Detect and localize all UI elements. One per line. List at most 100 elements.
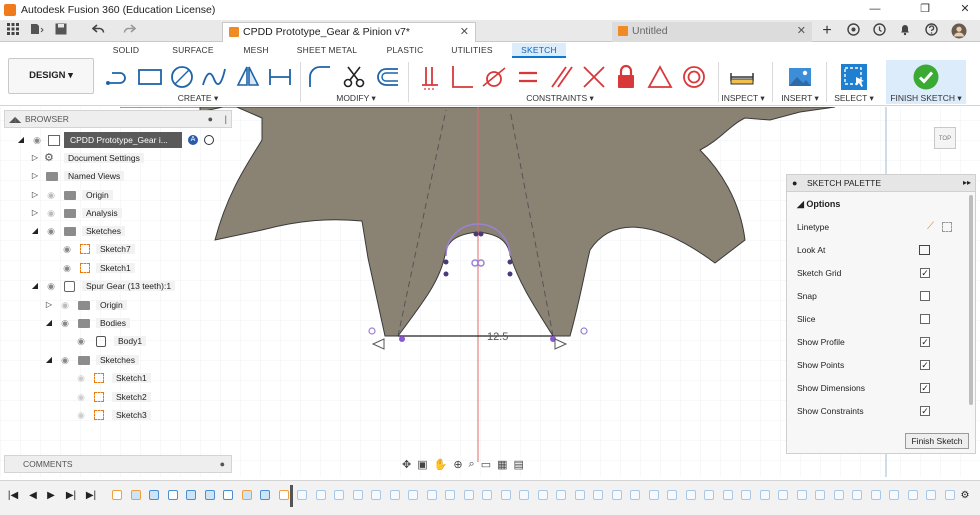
file-menu-icon[interactable] <box>28 23 46 39</box>
timeline-feature-icon[interactable] <box>223 490 233 500</box>
browser-node-document-settings[interactable]: ▷ ⚙ Document Settings <box>30 150 144 166</box>
tab-plastic[interactable]: PLASTIC <box>380 43 430 58</box>
timeline-feature-icon[interactable] <box>204 490 215 500</box>
browser-node-bodies[interactable]: ◢ ◉ Bodies <box>44 315 130 331</box>
browser-node-sketch7[interactable]: ◉ Sketch7 <box>60 241 135 257</box>
add-comment-icon[interactable]: ● <box>220 456 225 473</box>
timeline-feature-icon[interactable] <box>630 490 640 500</box>
dimension-tool-icon[interactable] <box>266 63 294 91</box>
spline-tool-icon[interactable] <box>200 63 228 91</box>
orbit-icon[interactable]: ✥ <box>402 458 411 471</box>
collapse-triangle-icon[interactable]: ◢ <box>30 223 40 239</box>
browser-node-sketch1[interactable]: ◉ Sketch1 <box>60 260 135 276</box>
save-icon[interactable] <box>52 23 70 39</box>
timeline-feature-icon[interactable] <box>907 490 918 500</box>
job-status-icon[interactable] <box>870 23 888 39</box>
show-profile-checkbox[interactable]: ✓ <box>920 337 930 347</box>
browser-node-gear-sketch1[interactable]: ◉ Sketch1 <box>74 370 151 386</box>
timeline-feature-icon[interactable] <box>778 490 788 500</box>
perpendicular-constraint-icon[interactable] <box>448 63 476 91</box>
visibility-eye-icon[interactable]: ◉ <box>58 315 72 331</box>
visibility-eye-icon[interactable]: ◉ <box>44 278 58 294</box>
sketch-point[interactable] <box>507 271 513 277</box>
linetype-centerline-icon[interactable] <box>942 222 952 232</box>
timeline-feature-icon[interactable] <box>389 490 400 500</box>
tab-sketch[interactable]: SKETCH <box>512 43 566 58</box>
timeline-feature-icon[interactable] <box>260 490 270 500</box>
expand-triangle-icon[interactable]: ▷ <box>30 168 40 184</box>
pan-hand-icon[interactable]: ✋ <box>434 458 448 471</box>
offset-tool-icon[interactable] <box>374 63 402 91</box>
timeline-feature-icon[interactable] <box>149 490 159 500</box>
collapse-triangle-icon[interactable]: ◢ <box>797 199 806 209</box>
line-tool-icon[interactable] <box>104 63 132 91</box>
browser-node-named-views[interactable]: ▷ Named Views <box>30 168 125 184</box>
timeline-feature-icon[interactable] <box>352 490 363 500</box>
finish-sketch-group-label[interactable]: FINISH SKETCH ▾ <box>886 93 966 104</box>
sketch-point[interactable] <box>478 231 484 237</box>
trim-scissors-icon[interactable] <box>340 63 368 91</box>
zoom-icon[interactable]: ⊕ <box>453 458 462 471</box>
close-window-button[interactable]: ✕ <box>950 0 980 20</box>
snap-checkbox[interactable] <box>920 291 930 301</box>
timeline-marker[interactable] <box>290 485 293 507</box>
tangent-constraint-icon[interactable] <box>480 63 508 91</box>
sketch-point[interactable] <box>507 259 513 265</box>
palette-pin-icon[interactable]: ● <box>792 175 797 191</box>
browser-node-gear-origin[interactable]: ▷ ◉ Origin <box>44 297 127 313</box>
timeline-feature-icon[interactable] <box>130 490 141 500</box>
browser-node-sketches[interactable]: ◢ ◉ Sketches <box>30 223 125 239</box>
collapse-triangle-icon[interactable]: ◢ <box>44 315 54 331</box>
visibility-eye-icon[interactable]: ◉ <box>44 223 58 239</box>
coincident-constraint-icon[interactable] <box>416 63 444 91</box>
constraints-group-label[interactable]: CONSTRAINTS ▾ <box>520 93 600 104</box>
timeline-feature-icon[interactable] <box>574 490 585 500</box>
timeline-feature-icon[interactable] <box>112 490 122 500</box>
create-group-label[interactable]: CREATE ▾ <box>168 93 228 104</box>
palette-options-header[interactable]: ◢ Options <box>797 199 840 210</box>
visibility-eye-icon[interactable]: ◉ <box>74 407 88 423</box>
browser-menu-icon[interactable]: | <box>225 111 227 128</box>
timeline-feature-icon[interactable] <box>611 490 622 500</box>
user-avatar[interactable] <box>950 23 968 39</box>
display-settings-icon[interactable]: ▭ <box>481 458 491 471</box>
measure-ruler-icon[interactable] <box>728 63 756 91</box>
fillet-tool-icon[interactable] <box>306 63 334 91</box>
triangle-constraint-icon[interactable] <box>646 63 674 91</box>
collapse-browser-icon[interactable]: ◢◣ <box>9 111 21 128</box>
visibility-eye-icon[interactable]: ◉ <box>74 389 88 405</box>
palette-scrollbar[interactable] <box>969 195 973 405</box>
timeline-feature-icon[interactable] <box>704 490 714 500</box>
timeline-feature-icon[interactable] <box>167 490 178 500</box>
browser-options-icon[interactable]: ● <box>208 111 213 128</box>
select-group-label[interactable]: SELECT ▾ <box>832 93 876 104</box>
undo-icon[interactable] <box>90 23 108 39</box>
redo-icon[interactable] <box>120 23 138 39</box>
tab-utilities[interactable]: UTILITIES <box>446 43 498 58</box>
midpoint-constraint-icon[interactable] <box>580 63 608 91</box>
help-icon[interactable] <box>922 23 940 39</box>
timeline-next-icon[interactable]: ▶| <box>64 489 78 503</box>
browser-node-gear-sketches[interactable]: ◢ ◉ Sketches <box>44 352 139 368</box>
circle-tool-icon[interactable] <box>168 63 196 91</box>
notifications-icon[interactable] <box>896 23 914 39</box>
finish-sketch-check-icon[interactable] <box>912 63 940 91</box>
timeline-feature-icon[interactable] <box>445 490 455 500</box>
tab-active-document[interactable]: CPDD Prototype_Gear & Pinion v7* ✕ <box>222 22 476 42</box>
collapse-triangle-icon[interactable]: ◢ <box>16 132 26 148</box>
timeline-feature-icon[interactable] <box>186 490 196 500</box>
show-points-checkbox[interactable]: ✓ <box>920 360 930 370</box>
maximize-button[interactable]: ❐ <box>910 0 940 20</box>
timeline-feature-icon[interactable] <box>593 490 603 500</box>
timeline-feature-icon[interactable] <box>722 490 733 500</box>
sketch-point[interactable] <box>443 259 449 265</box>
visibility-eye-icon[interactable]: ◉ <box>30 132 44 148</box>
timeline-feature-icon[interactable] <box>241 490 252 500</box>
timeline-feature-icon[interactable] <box>500 490 511 500</box>
timeline-feature-icon[interactable] <box>852 490 862 500</box>
browser-node-gear-sketch3[interactable]: ◉ Sketch3 <box>74 407 151 423</box>
visibility-eye-icon[interactable]: ◉ <box>58 352 72 368</box>
timeline-feature-icon[interactable] <box>815 490 825 500</box>
timeline-end-icon[interactable]: ▶| <box>84 489 98 503</box>
browser-node-spur-gear[interactable]: ◢ ◉ Spur Gear (13 teeth):1 <box>30 278 176 294</box>
